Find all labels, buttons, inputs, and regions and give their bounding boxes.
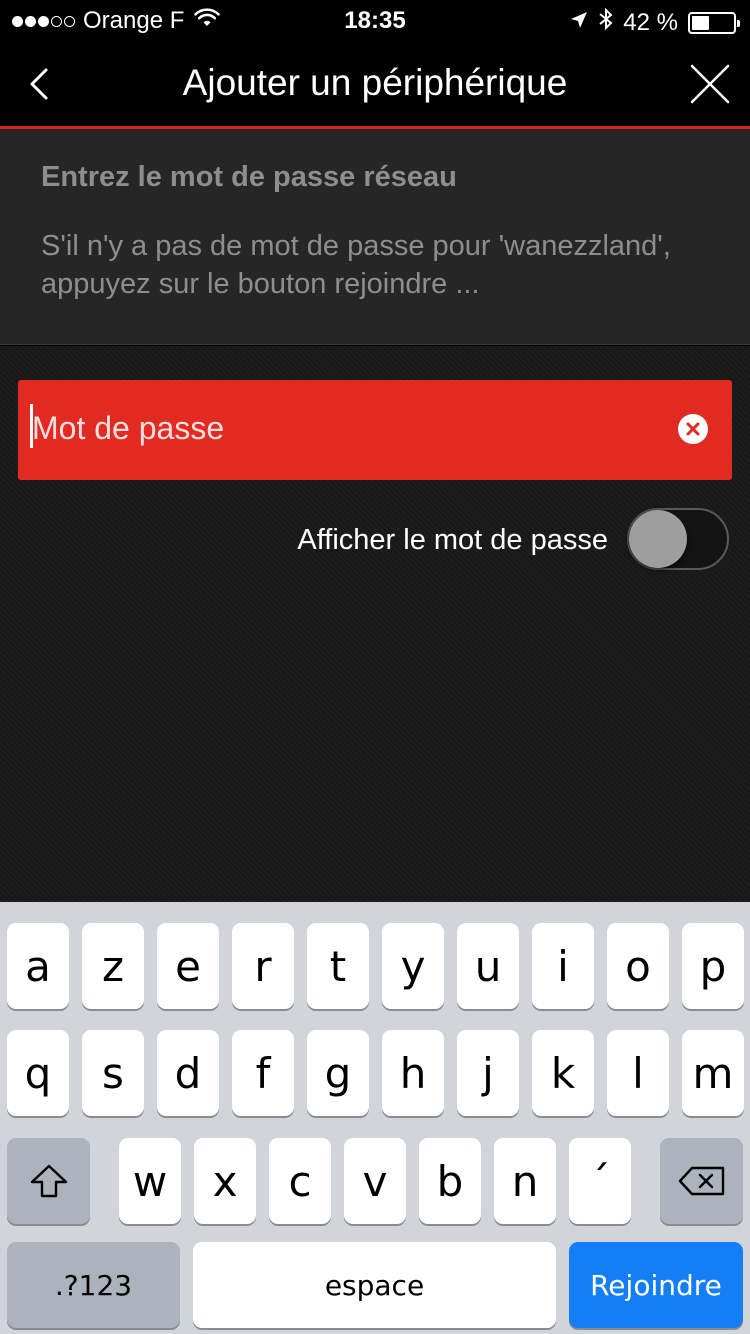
info-description: S'il n'y a pas de mot de passe pour 'wan… xyxy=(41,230,671,300)
key-l[interactable]: l xyxy=(607,1030,669,1116)
key-g[interactable]: g xyxy=(307,1030,369,1116)
key-x[interactable]: x xyxy=(194,1138,256,1224)
backspace-key[interactable] xyxy=(660,1138,743,1224)
keyboard: .?123 espace Rejoindre azertyuiop qsdfghj… xyxy=(0,902,750,1334)
key-h[interactable]: h xyxy=(382,1030,444,1116)
navigation-bar: Ajouter un périphérique xyxy=(0,42,750,126)
close-icon xyxy=(690,64,730,104)
key-n[interactable]: n xyxy=(494,1138,556,1224)
key-v[interactable]: v xyxy=(344,1138,406,1224)
key-z[interactable]: z xyxy=(82,923,144,1009)
key-j[interactable]: j xyxy=(457,1030,519,1116)
battery-percent: 42 % xyxy=(623,8,678,36)
key-r[interactable]: r xyxy=(232,923,294,1009)
toggle-knob xyxy=(629,510,687,568)
location-arrow-icon xyxy=(569,9,589,37)
info-panel: Entrez le mot de passe réseau S'il n'y a… xyxy=(0,129,750,345)
show-password-toggle[interactable] xyxy=(627,508,729,570)
battery-level xyxy=(692,15,709,30)
show-password-label: Afficher le mot de passe xyxy=(297,524,608,556)
page-title: Ajouter un périphérique xyxy=(182,62,568,103)
key-p[interactable]: p xyxy=(682,923,744,1009)
clear-icon xyxy=(686,422,700,436)
join-button[interactable]: Rejoindre xyxy=(569,1242,743,1328)
info-title: Entrez le mot de passe réseau xyxy=(41,161,457,193)
key-k[interactable]: k xyxy=(532,1030,594,1116)
shift-key[interactable] xyxy=(7,1138,90,1224)
space-key[interactable]: espace xyxy=(193,1242,556,1328)
shift-icon xyxy=(30,1164,67,1198)
main-content: Mot de passe Afficher le mot de passe xyxy=(0,346,750,902)
key-a[interactable]: a xyxy=(7,923,69,1009)
key-y[interactable]: y xyxy=(382,923,444,1009)
password-field[interactable]: Mot de passe xyxy=(18,380,732,480)
key-m[interactable]: m xyxy=(682,1030,744,1116)
key-o[interactable]: o xyxy=(607,923,669,1009)
key-i[interactable]: i xyxy=(532,923,594,1009)
clear-button[interactable] xyxy=(678,414,708,444)
key-c[interactable]: c xyxy=(269,1138,331,1224)
key-u[interactable]: u xyxy=(457,923,519,1009)
key-accent[interactable]: ´ xyxy=(569,1138,631,1224)
bluetooth-icon xyxy=(599,7,613,38)
key-t[interactable]: t xyxy=(307,923,369,1009)
password-placeholder: Mot de passe xyxy=(32,410,225,446)
battery-icon xyxy=(688,11,740,34)
key-d[interactable]: d xyxy=(157,1030,219,1116)
status-bar: Orange F 18:35 42 % xyxy=(0,0,750,42)
key-b[interactable]: b xyxy=(419,1138,481,1224)
numbers-key[interactable]: .?123 xyxy=(7,1242,180,1328)
key-e[interactable]: e xyxy=(157,923,219,1009)
status-right: 42 % xyxy=(569,7,740,38)
backspace-icon xyxy=(678,1166,724,1196)
key-w[interactable]: w xyxy=(119,1138,181,1224)
key-f[interactable]: f xyxy=(232,1030,294,1116)
key-q[interactable]: q xyxy=(7,1030,69,1116)
key-s[interactable]: s xyxy=(82,1030,144,1116)
close-button[interactable] xyxy=(688,62,732,106)
